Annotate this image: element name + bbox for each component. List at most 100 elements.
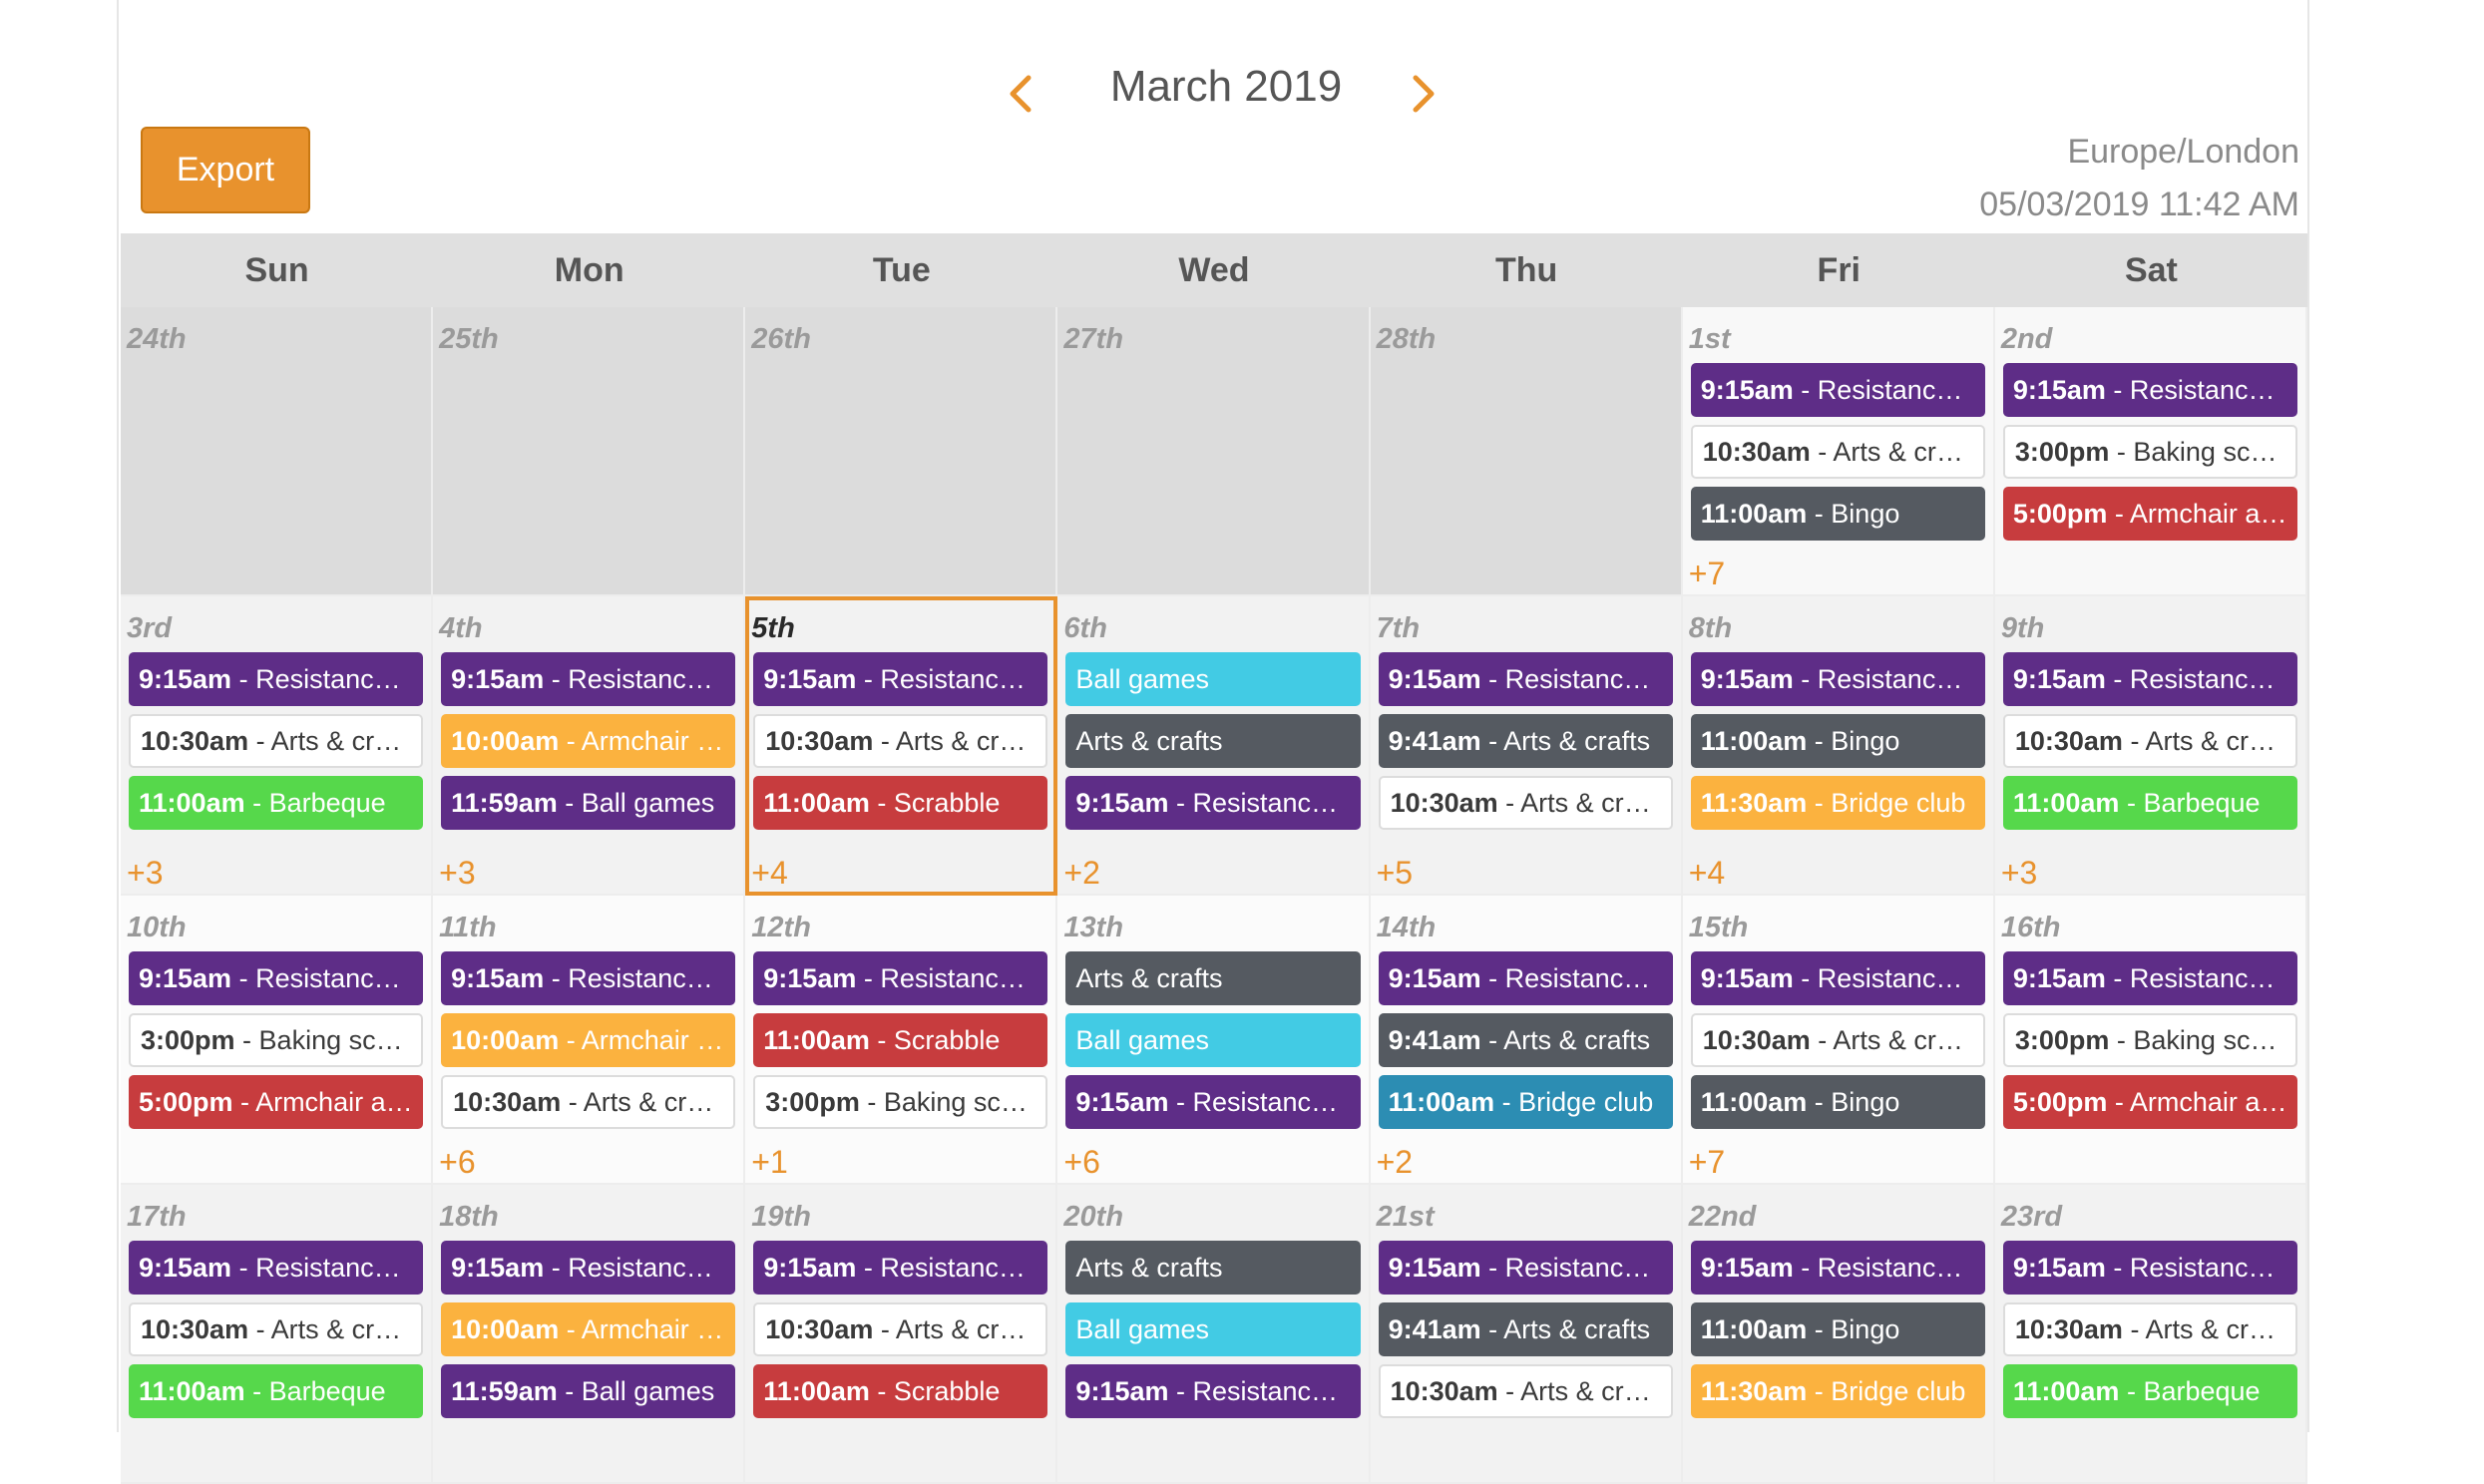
event-chip[interactable]: 10:30am - Arts & crafts	[753, 1302, 1048, 1356]
day-cell[interactable]: 24th	[121, 307, 434, 596]
event-chip[interactable]: 10:30am - Arts & crafts	[2002, 714, 2297, 768]
event-chip[interactable]: 11:00am - Bridge club	[1378, 1075, 1673, 1129]
event-chip[interactable]: 10:00am - Armchair a...	[441, 714, 736, 768]
event-chip[interactable]: 10:30am - Arts & crafts	[1690, 1013, 1985, 1067]
day-cell[interactable]: 19th 9:15am - Resistance b... 10:30am - Ar…	[745, 1185, 1058, 1484]
event-chip[interactable]: 11:59am - Ball games	[441, 776, 736, 830]
event-chip[interactable]: 10:30am - Arts & crafts	[441, 1075, 736, 1129]
event-chip[interactable]: 11:00am - Barbeque	[2002, 1364, 2297, 1418]
day-cell[interactable]: 15th 9:15am - Resistance b... 10:30am - Ar…	[1682, 896, 1995, 1185]
event-chip[interactable]: 11:00am - Bingo	[1690, 1302, 1985, 1356]
more-events-link[interactable]: +5	[1377, 855, 1413, 892]
day-cell[interactable]: 27th	[1057, 307, 1371, 596]
event-chip[interactable]: 9:15am - Resistance b...	[129, 652, 424, 706]
day-cell[interactable]: 25th	[433, 307, 746, 596]
more-events-link[interactable]: +6	[1063, 1144, 1099, 1181]
day-cell[interactable]: 18th 9:15am - Resistance b... 10:00am - Ar…	[433, 1185, 746, 1484]
event-chip[interactable]: 3:00pm - Baking scon...	[2002, 425, 2297, 479]
day-cell[interactable]: 11th 9:15am - Resistance b... 10:00am - Ar…	[433, 896, 746, 1185]
event-chip[interactable]: 11:00am - Bingo	[1690, 714, 1985, 768]
event-chip[interactable]: 11:00am - Scrabble	[753, 1013, 1048, 1067]
event-chip[interactable]: 9:15am - Resistance b...	[753, 951, 1048, 1005]
more-events-link[interactable]: +7	[1689, 1144, 1725, 1181]
event-chip[interactable]: 9:15am - Resistance b...	[441, 1241, 736, 1295]
event-chip[interactable]: 9:15am - Resistance b...	[1690, 1241, 1985, 1295]
event-chip[interactable]: 10:30am - Arts & crafts	[1690, 425, 1985, 479]
day-cell[interactable]: 26th	[745, 307, 1058, 596]
event-chip[interactable]: 10:30am - Arts & crafts	[129, 714, 424, 768]
more-events-link[interactable]: +1	[751, 1144, 787, 1181]
event-chip[interactable]: 9:15am - Resistance b...	[2002, 1241, 2297, 1295]
event-chip[interactable]: 10:30am - Arts & crafts	[2002, 1302, 2297, 1356]
event-chip[interactable]: Arts & crafts	[1065, 714, 1361, 768]
day-cell[interactable]: 9th 9:15am - Resistance b... 10:30am - Art…	[1994, 596, 2307, 896]
event-chip[interactable]: 9:15am - Resistance b...	[441, 652, 736, 706]
chevron-right-icon[interactable]	[1403, 68, 1447, 120]
event-chip[interactable]: 9:15am - Resistance ...	[753, 652, 1048, 706]
day-cell[interactable]: 8th 9:15am - Resistance b... 11:00am - Bin…	[1682, 596, 1995, 896]
more-events-link[interactable]: +7	[1689, 556, 1725, 592]
event-chip[interactable]: 11:00am - Scrabble	[753, 776, 1048, 830]
event-chip[interactable]: Ball games	[1065, 1013, 1361, 1067]
day-cell[interactable]: 20th Arts & crafts Ball games 9:15am - Resi…	[1057, 1185, 1371, 1484]
day-cell[interactable]: 10th 9:15am - Resistance b... 3:00pm - Bak…	[121, 896, 434, 1185]
event-chip[interactable]: Ball games	[1065, 652, 1361, 706]
event-chip[interactable]: 9:15am - Resistance b...	[1065, 1075, 1361, 1129]
event-chip[interactable]: 9:41am - Arts & crafts	[1378, 1302, 1673, 1356]
event-chip[interactable]: 9:41am - Arts & crafts	[1378, 714, 1673, 768]
day-cell[interactable]: 22nd 9:15am - Resistance b... 11:00am - Bi…	[1682, 1185, 1995, 1484]
event-chip[interactable]: 11:00am - Barbeque	[129, 776, 424, 830]
event-chip[interactable]: 9:15am - Resistance b...	[753, 1241, 1048, 1295]
more-events-link[interactable]: +4	[1689, 855, 1725, 892]
more-events-link[interactable]: +6	[439, 1144, 475, 1181]
day-cell[interactable]: 17th 9:15am - Resistance b... 10:30am - Ar…	[121, 1185, 434, 1484]
event-chip[interactable]: 10:30am - Arts & crafts	[1378, 1364, 1673, 1418]
event-chip[interactable]: 10:30am - Arts & crafts	[753, 714, 1048, 768]
day-cell[interactable]: 6th Ball games Arts & crafts 9:15am - Resis…	[1057, 596, 1371, 896]
event-chip[interactable]: 9:15am - Resistance b...	[129, 951, 424, 1005]
day-cell[interactable]: 5th 9:15am - Resistance ... 10:30am - Arts…	[745, 596, 1058, 896]
event-chip[interactable]: 9:15am - Resistance b...	[1378, 652, 1673, 706]
event-chip[interactable]: Arts & crafts	[1065, 1241, 1361, 1295]
event-chip[interactable]: 9:15am - Resistance b...	[1690, 652, 1985, 706]
more-events-link[interactable]: +2	[1063, 855, 1099, 892]
day-cell[interactable]: 1st 9:15am - Resistance b... 10:30am - Art…	[1682, 307, 1995, 596]
event-chip[interactable]: 10:00am - Armchair a...	[441, 1013, 736, 1067]
day-cell[interactable]: 21st 9:15am - Resistance b... 9:41am - Art…	[1370, 1185, 1683, 1484]
day-cell[interactable]: 28th	[1370, 307, 1683, 596]
event-chip[interactable]: 9:41am - Arts & crafts	[1378, 1013, 1673, 1067]
event-chip[interactable]: 11:59am - Ball games	[441, 1364, 736, 1418]
day-cell[interactable]: 14th 9:15am - Resistance b... 9:41am - Art…	[1370, 896, 1683, 1185]
day-cell[interactable]: 12th 9:15am - Resistance b... 11:00am - Sc…	[745, 896, 1058, 1185]
event-chip[interactable]: 11:00am - Scrabble	[753, 1364, 1048, 1418]
event-chip[interactable]: Ball games	[1065, 1302, 1361, 1356]
event-chip[interactable]: 5:00pm - Armchair ae...	[129, 1075, 424, 1129]
chevron-left-icon[interactable]	[998, 68, 1041, 120]
event-chip[interactable]: 9:15am - Resistance b...	[2002, 951, 2297, 1005]
more-events-link[interactable]: +2	[1377, 1144, 1413, 1181]
event-chip[interactable]: 3:00pm - Baking scon...	[753, 1075, 1048, 1129]
event-chip[interactable]: 9:15am - Resistance b...	[2002, 363, 2297, 417]
event-chip[interactable]: 3:00pm - Baking scon...	[129, 1013, 424, 1067]
day-cell[interactable]: 4th 9:15am - Resistance b... 10:00am - Arm…	[433, 596, 746, 896]
event-chip[interactable]: 9:15am - Resistance b...	[129, 1241, 424, 1295]
event-chip[interactable]: 5:00pm - Armchair ae...	[2002, 487, 2297, 541]
more-events-link[interactable]: +4	[751, 855, 787, 892]
day-cell[interactable]: 23rd 9:15am - Resistance b... 10:30am - Ar…	[1994, 1185, 2307, 1484]
event-chip[interactable]: 5:00pm - Armchair ae...	[2002, 1075, 2297, 1129]
day-cell[interactable]: 2nd 9:15am - Resistance b... 3:00pm - Baki…	[1994, 307, 2307, 596]
event-chip[interactable]: 10:30am - Arts & crafts	[1378, 776, 1673, 830]
event-chip[interactable]: 11:30am - Bridge club	[1690, 776, 1985, 830]
event-chip[interactable]: 9:15am - Resistance b...	[441, 951, 736, 1005]
more-events-link[interactable]: +3	[2001, 855, 2037, 892]
day-cell[interactable]: 16th 9:15am - Resistance b... 3:00pm - Bak…	[1994, 896, 2307, 1185]
export-button[interactable]: Export	[141, 127, 310, 213]
event-chip[interactable]: 11:00am - Barbeque	[2002, 776, 2297, 830]
event-chip[interactable]: Arts & crafts	[1065, 951, 1361, 1005]
event-chip[interactable]: 10:00am - Armchair a...	[441, 1302, 736, 1356]
event-chip[interactable]: 9:15am - Resistance b...	[1690, 951, 1985, 1005]
event-chip[interactable]: 9:15am - Resistance b...	[1065, 776, 1361, 830]
event-chip[interactable]: 10:30am - Arts & crafts	[129, 1302, 424, 1356]
event-chip[interactable]: 11:00am - Barbeque	[129, 1364, 424, 1418]
event-chip[interactable]: 9:15am - Resistance b...	[2002, 652, 2297, 706]
